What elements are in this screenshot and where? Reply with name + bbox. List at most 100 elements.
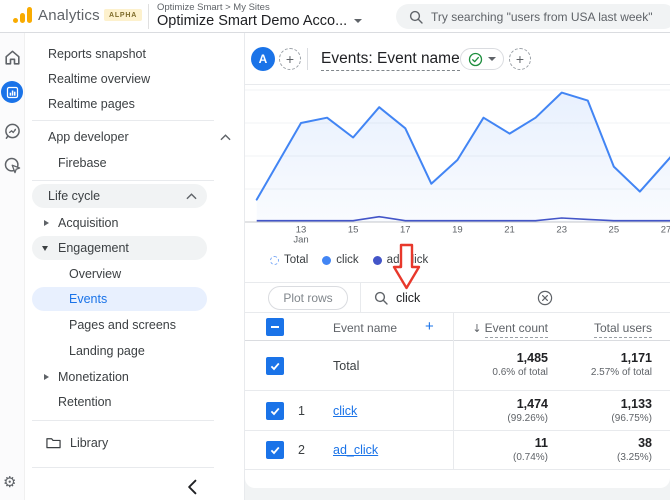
- sub-value: (96.75%): [611, 413, 652, 424]
- check-circle-icon: [468, 52, 483, 66]
- total-users-cell: 38 (3.25%): [458, 436, 652, 463]
- search-icon: [409, 10, 423, 24]
- x-axis-tick-label: 19: [452, 225, 463, 236]
- sidebar-section-app-developer[interactable]: App developer: [25, 125, 245, 150]
- sidebar-section-life-cycle[interactable]: Life cycle: [32, 184, 207, 208]
- label: Realtime pages: [48, 97, 135, 111]
- folder-icon: [46, 438, 61, 449]
- column-header-total-users[interactable]: Total users: [458, 321, 652, 338]
- analytics-logo-icon[interactable]: [13, 7, 33, 23]
- check-icon: [270, 407, 280, 416]
- divider: [148, 4, 149, 29]
- divider: [32, 180, 214, 181]
- sidebar-item-events-selected[interactable]: Events: [32, 287, 207, 311]
- label: Total: [284, 254, 309, 266]
- totals-total-users: 1,171 2.57% of total: [458, 351, 652, 378]
- sidebar-item-pages-and-screens[interactable]: Pages and screens: [25, 313, 245, 338]
- value: 1,171: [620, 351, 652, 365]
- plot-rows-button[interactable]: Plot rows: [268, 286, 348, 310]
- label: Retention: [58, 395, 112, 409]
- clear-search-icon[interactable]: [537, 290, 553, 306]
- sidebar-item-acquisition[interactable]: Acquisition: [25, 211, 245, 236]
- advertising-icon[interactable]: [3, 156, 22, 175]
- label: Monetization: [58, 370, 129, 384]
- label: Life cycle: [48, 189, 101, 203]
- sidebar-item-library[interactable]: Library: [25, 431, 245, 456]
- sidebar-item-retention[interactable]: Retention: [25, 390, 245, 415]
- home-icon[interactable]: [3, 48, 22, 67]
- reports-sidebar: Reports snapshot Realtime overview Realt…: [25, 33, 245, 500]
- label: Events: [69, 292, 108, 306]
- search-icon: [374, 291, 388, 305]
- sidebar-item-landing-page[interactable]: Landing page: [25, 339, 245, 364]
- annotation-arrow-down: [392, 243, 421, 290]
- label: Total users: [593, 321, 652, 338]
- divider: [360, 283, 361, 313]
- triangle-down-icon: [42, 246, 48, 251]
- nav-rail: ⚙: [0, 33, 25, 500]
- triangle-right-icon: [44, 374, 49, 380]
- legend-item-click[interactable]: click: [322, 254, 359, 266]
- x-axis-tick-label: 17: [400, 225, 411, 236]
- legend-item-total[interactable]: Total: [270, 254, 308, 266]
- total-legend-icon: [270, 255, 279, 265]
- x-axis-tick-label: 21: [504, 225, 515, 236]
- reports-nav-icon-selected[interactable]: [1, 81, 23, 103]
- sidebar-item-realtime-pages[interactable]: Realtime pages: [25, 92, 245, 117]
- sub-value: 2.57% of total: [590, 367, 652, 378]
- sidebar-item-reports-snapshot[interactable]: Reports snapshot: [25, 42, 245, 67]
- add-report-button[interactable]: +: [509, 48, 531, 70]
- x-axis-tick-label: 15: [348, 225, 359, 236]
- label: Library: [70, 436, 109, 450]
- report-header: A + Events: Event name +: [245, 33, 670, 85]
- sidebar-item-overview[interactable]: Overview: [25, 262, 245, 287]
- label: Landing page: [69, 344, 145, 358]
- property-selector[interactable]: Optimize Smart Demo Acco...: [157, 13, 363, 29]
- select-all-checkbox-indeterminate[interactable]: [266, 318, 284, 336]
- check-icon: [270, 362, 280, 371]
- table-row: 2 ad_click 11 (0.74%) 38 (3.25%): [245, 431, 670, 470]
- collapse-sidebar-icon[interactable]: [183, 479, 201, 495]
- table-header-row: Event name + ↓ Event count Total users: [245, 313, 670, 341]
- chart-legend: Total click ad_click: [245, 245, 670, 275]
- click-legend-dot: [322, 255, 332, 265]
- chevron-down-icon: [488, 57, 496, 61]
- label: Engagement: [58, 241, 129, 255]
- events-over-time-chart: 13 15 17 19 21 23 25 27 Jan: [245, 89, 670, 245]
- row-checkbox-checked[interactable]: [266, 402, 284, 420]
- ad-click-legend-dot: [372, 255, 382, 265]
- row-checkbox-checked[interactable]: [266, 357, 284, 375]
- explore-icon[interactable]: [3, 122, 22, 141]
- divider: [32, 120, 214, 121]
- row-index: 2: [298, 443, 305, 457]
- label: Firebase: [58, 156, 107, 170]
- divider: [32, 420, 214, 421]
- report-title[interactable]: Events: Event name: [321, 50, 460, 71]
- sidebar-item-firebase[interactable]: Firebase: [25, 151, 245, 176]
- label: Pages and screens: [69, 318, 177, 332]
- label: Acquisition: [58, 216, 119, 230]
- segment-avatar[interactable]: A: [251, 47, 275, 71]
- sidebar-item-realtime-overview[interactable]: Realtime overview: [25, 67, 245, 92]
- global-search-input[interactable]: Try searching "users from USA last week": [396, 4, 670, 29]
- sidebar-item-monetization[interactable]: Monetization: [25, 365, 245, 390]
- divider: [32, 467, 214, 468]
- row-checkbox-checked[interactable]: [266, 441, 284, 459]
- triangle-right-icon: [44, 220, 49, 226]
- chevron-up-icon: [186, 193, 197, 200]
- label: click: [336, 254, 359, 266]
- add-comparison-button[interactable]: +: [279, 48, 301, 70]
- sidebar-item-engagement[interactable]: Engagement: [32, 236, 207, 260]
- area-fill: [256, 92, 670, 222]
- table-toolbar: Plot rows click: [245, 282, 670, 313]
- label: Overview: [69, 267, 122, 281]
- report-status-dropdown[interactable]: [460, 48, 504, 70]
- value: 38: [638, 436, 652, 450]
- admin-gear-icon[interactable]: ⚙: [3, 475, 16, 490]
- chevron-down-icon: [354, 19, 363, 24]
- label: App developer: [48, 130, 129, 144]
- search-placeholder: Try searching "users from USA last week": [431, 9, 653, 24]
- table-row: 1 click 1,474 (99.26%) 1,133 (96.75%): [245, 391, 670, 431]
- total-users-cell: 1,133 (96.75%): [458, 397, 652, 424]
- check-icon: [270, 446, 280, 455]
